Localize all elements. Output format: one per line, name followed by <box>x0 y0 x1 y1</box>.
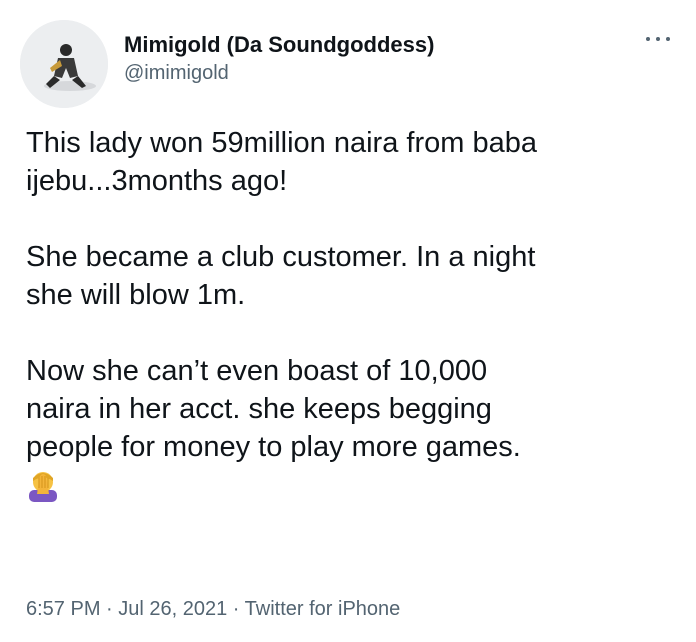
dot <box>656 37 660 41</box>
facepalm-emoji-icon <box>29 472 57 502</box>
tweet-text: This lady won 59million naira from baba … <box>26 124 674 502</box>
tweet-line: Now she can’t even boast of 10,000 <box>26 355 488 387</box>
display-name[interactable]: Mimigold (Da Soundgoddess) <box>124 32 434 58</box>
avatar[interactable] <box>20 20 108 108</box>
tweet-meta: 6:57 PM · Jul 26, 2021 · Twitter for iPh… <box>26 598 400 621</box>
tweet-time[interactable]: 6:57 PM <box>26 598 100 620</box>
meta-separator: · <box>227 598 245 620</box>
meta-separator: · <box>100 598 119 620</box>
tweet-line: She became a club customer. In a night <box>26 241 536 273</box>
tweet-card: Mimigold (Da Soundgoddess) @imimigold Th… <box>0 0 696 642</box>
tweet-line: people for money to play more games. <box>26 431 521 463</box>
tweet-line: naira in her acct. she keeps begging <box>26 393 492 425</box>
tweet-source[interactable]: Twitter for iPhone <box>245 598 401 620</box>
tweet-line: she will blow 1m. <box>26 279 246 311</box>
more-options-icon[interactable] <box>646 34 670 44</box>
tweet-date[interactable]: Jul 26, 2021 <box>118 598 227 620</box>
tweet-line: ijebu...3months ago! <box>26 165 288 197</box>
profile-avatar-icon <box>20 20 108 108</box>
user-handle[interactable]: @imimigold <box>124 62 229 85</box>
dot <box>666 37 670 41</box>
tweet-line: This lady won 59million naira from baba <box>26 127 537 159</box>
dot <box>646 37 650 41</box>
